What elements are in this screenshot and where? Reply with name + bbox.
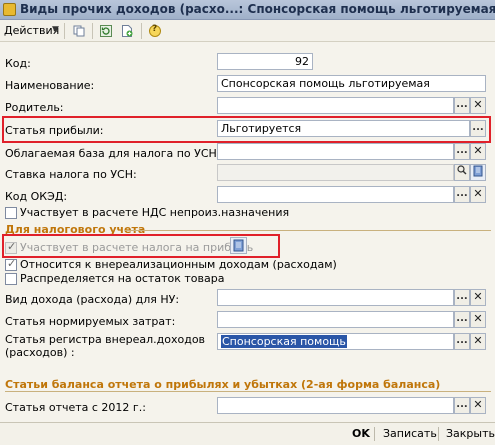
usn-rate-search-button[interactable] xyxy=(454,164,470,181)
normalized-cost-clear-icon[interactable]: ✕ xyxy=(470,311,486,328)
okved-label: Код ОКЭД: xyxy=(5,190,68,203)
register-item-value: Спонсорская помощь xyxy=(221,335,347,348)
button-separator xyxy=(374,427,375,441)
search-icon xyxy=(457,165,467,175)
vat-checkbox[interactable] xyxy=(5,207,17,219)
refresh-icon xyxy=(100,25,112,37)
ok-button[interactable]: OK xyxy=(352,427,370,440)
toolbar: Действия ▼ ? xyxy=(0,20,495,42)
toolbar-separator xyxy=(64,23,65,39)
parent-clear-icon[interactable]: ✕ xyxy=(470,97,486,114)
window-title: Виды прочих доходов (расхо...: Спонсорск… xyxy=(20,2,495,16)
book-icon xyxy=(473,165,483,177)
income-type-select-button[interactable]: ... xyxy=(454,289,470,306)
save-button[interactable]: Записать xyxy=(383,427,437,440)
usn-rate-calendar-button[interactable] xyxy=(470,164,486,181)
copy-button[interactable] xyxy=(70,22,88,40)
refresh-button[interactable] xyxy=(97,22,115,40)
okved-select-button[interactable]: ... xyxy=(454,186,470,203)
close-button[interactable]: Закрыть xyxy=(446,427,495,440)
report-item-input[interactable] xyxy=(217,397,454,414)
normalized-cost-select-button[interactable]: ... xyxy=(454,311,470,328)
normalized-cost-input[interactable] xyxy=(217,311,454,328)
normalized-cost-label: Статья нормируемых затрат: xyxy=(5,315,176,328)
parent-select-button[interactable]: ... xyxy=(454,97,470,114)
register-item-input[interactable]: Спонсорская помощь xyxy=(217,333,454,350)
report-item-clear-icon[interactable]: ✕ xyxy=(470,397,486,414)
okved-clear-icon[interactable]: ✕ xyxy=(470,186,486,203)
catalog-icon xyxy=(3,3,16,16)
chevron-down-icon[interactable]: ▼ xyxy=(52,25,59,35)
highlight-box-profit-tax xyxy=(2,234,280,258)
report-item-select-button[interactable]: ... xyxy=(454,397,470,414)
distributed-checkbox[interactable] xyxy=(5,273,17,285)
register-item-clear-icon[interactable]: ✕ xyxy=(470,333,486,350)
new-document-button[interactable] xyxy=(118,22,136,40)
register-item-select-button[interactable]: ... xyxy=(454,333,470,350)
vat-checkbox-label: Участвует в расчете НДС непроиз.назначен… xyxy=(20,206,290,219)
section-divider xyxy=(5,391,491,392)
dialog-button-bar: OK Записать Закрыть xyxy=(0,422,495,445)
parent-label: Родитель: xyxy=(5,101,64,114)
highlight-box-profit-item xyxy=(2,116,491,143)
code-input[interactable]: 92 xyxy=(217,53,313,70)
button-separator xyxy=(438,427,439,441)
toolbar-separator xyxy=(92,23,93,39)
income-type-clear-icon[interactable]: ✕ xyxy=(470,289,486,306)
usn-base-label: Облагаемая база для налога по УСН: xyxy=(5,147,221,160)
name-input[interactable]: Спонсорская помощь льготируемая xyxy=(217,75,486,92)
usn-rate-label: Ставка налога по УСН: xyxy=(5,168,137,181)
actions-menu[interactable]: Действия xyxy=(4,24,59,37)
toolbar-separator xyxy=(141,23,142,39)
distributed-checkbox-label: Распределяется на остаток товара xyxy=(20,272,225,285)
copy-icon xyxy=(73,25,85,37)
help-button[interactable]: ? xyxy=(146,22,164,40)
usn-base-clear-icon[interactable]: ✕ xyxy=(470,143,486,160)
window-titlebar: Виды прочих доходов (расхо...: Спонсорск… xyxy=(0,0,495,20)
register-item-label-line2: (расходов) : xyxy=(5,346,75,359)
non-operating-checkbox-label: Относится к внереализационным доходам (р… xyxy=(20,258,337,271)
usn-base-input[interactable] xyxy=(217,143,454,160)
usn-rate-input[interactable] xyxy=(217,164,454,181)
add-document-icon xyxy=(122,25,133,37)
okved-input[interactable] xyxy=(217,186,454,203)
balance-section-title: Статьи баланса отчета о прибылях и убытк… xyxy=(5,378,441,391)
report-item-label: Статья отчета с 2012 г.: xyxy=(5,401,146,414)
parent-input[interactable] xyxy=(217,97,454,114)
register-item-label-line1: Статья регистра внереал.доходов xyxy=(5,333,206,346)
income-type-label: Вид дохода (расхода) для НУ: xyxy=(5,293,180,306)
section-divider xyxy=(125,230,491,231)
non-operating-checkbox[interactable] xyxy=(5,257,17,271)
income-type-input[interactable] xyxy=(217,289,454,306)
code-label: Код: xyxy=(5,57,31,70)
name-label: Наименование: xyxy=(5,79,95,92)
usn-base-select-button[interactable]: ... xyxy=(454,143,470,160)
